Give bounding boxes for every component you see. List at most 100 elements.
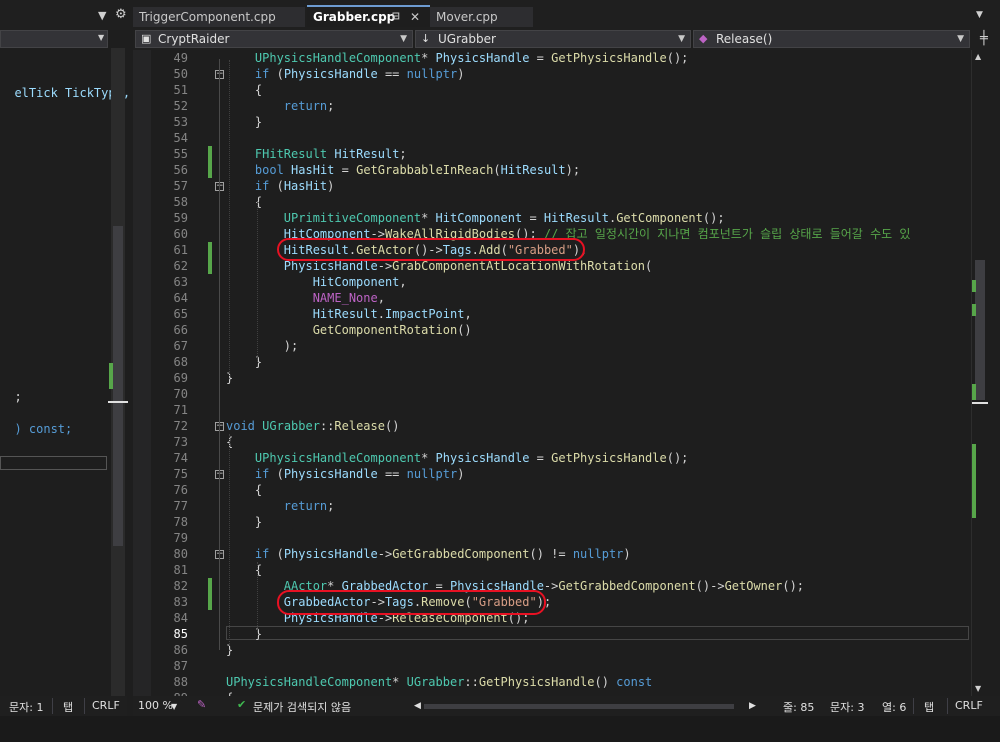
- code-token: if: [254, 467, 270, 481]
- chevron-down-icon[interactable]: ▼: [976, 10, 983, 20]
- horizontal-scroll-thumb[interactable]: [424, 704, 734, 709]
- split-icon[interactable]: ╪: [980, 31, 988, 46]
- code-token: Release: [334, 419, 385, 433]
- indent-indicator[interactable]: 탭: [924, 699, 934, 715]
- chevron-down-icon[interactable]: ▼: [98, 9, 106, 22]
- line-number: 56: [173, 163, 188, 177]
- code-line[interactable]: HitResult.ImpactPoint,: [226, 306, 472, 322]
- current-line-highlight: [226, 626, 969, 640]
- line-number: 87: [173, 659, 188, 673]
- divider: [84, 698, 85, 714]
- eol-indicator[interactable]: CRLF: [955, 699, 983, 712]
- class-dropdown[interactable]: ↓ UGrabber ▼: [415, 30, 691, 48]
- code-token: HasHit: [291, 163, 335, 177]
- project-dropdown[interactable]: ▣ CryptRaider ▼: [135, 30, 413, 48]
- scroll-left-icon[interactable]: ◀: [414, 701, 421, 711]
- code-line[interactable]: {: [226, 482, 262, 498]
- line-indicator[interactable]: 줄: 85: [783, 699, 814, 715]
- member-dropdown[interactable]: ◆ Release() ▼: [693, 30, 970, 48]
- close-icon[interactable]: ✕: [410, 7, 420, 27]
- left-nav-dropdown[interactable]: ▼: [0, 30, 108, 48]
- code-line[interactable]: void UGrabber::Release(): [226, 418, 399, 434]
- indent-indicator[interactable]: 탭: [63, 699, 73, 715]
- navigation-bar: ▣ CryptRaider ▼ ↓ UGrabber ▼ ◆ Release()…: [133, 28, 1000, 50]
- code-line[interactable]: FHitResult HitResult;: [226, 146, 407, 162]
- zoom-level[interactable]: 100 %: [138, 699, 173, 712]
- code-token: FHitResult: [254, 147, 328, 161]
- code-line[interactable]: UPhysicsHandleComponent* PhysicsHandle =…: [226, 450, 689, 466]
- code-token: GetPhysicsHandle: [551, 51, 667, 65]
- class-icon: ↓: [421, 32, 431, 45]
- pin-icon[interactable]: ⊟: [392, 7, 400, 27]
- eol-indicator[interactable]: CRLF: [92, 699, 120, 712]
- scroll-thumb[interactable]: [113, 226, 123, 546]
- code-token: if: [254, 547, 270, 561]
- tab-trigger-component[interactable]: TriggerComponent.cpp: [133, 7, 305, 27]
- code-line[interactable]: UPhysicsHandleComponent* UGrabber::GetPh…: [226, 674, 652, 690]
- member-label: Release(): [716, 32, 773, 46]
- caret-marker: [108, 401, 128, 403]
- char-indicator[interactable]: 문자: 3: [830, 699, 864, 715]
- line-number: 75: [173, 467, 188, 481]
- code-token: GetComponentRotation: [312, 323, 458, 337]
- code-line[interactable]: if (PhysicsHandle->GetGrabbedComponent()…: [226, 546, 631, 562]
- code-token: HitComponent: [312, 275, 400, 289]
- editor-vertical-scrollbar[interactable]: ▲ ▼: [971, 50, 988, 696]
- code-line[interactable]: UPrimitiveComponent* HitComponent = HitR…: [226, 210, 725, 226]
- tab-grabber[interactable]: Grabber.cpp ⊟ ✕: [307, 5, 430, 27]
- code-line[interactable]: {: [226, 82, 262, 98]
- column-indicator[interactable]: 열: 6: [882, 699, 906, 715]
- left-vertical-scrollbar[interactable]: [108, 48, 128, 696]
- code-token: PhysicsHandle: [283, 547, 378, 561]
- scroll-right-icon[interactable]: ▶: [749, 701, 756, 711]
- code-line[interactable]: NAME_None,: [226, 290, 385, 306]
- code-token: PhysicsHandle: [435, 451, 530, 465]
- code-token: NAME_None: [312, 291, 378, 305]
- line-number: 79: [173, 531, 188, 545]
- scroll-up-icon[interactable]: ▲: [975, 52, 981, 61]
- code-token: return: [283, 99, 328, 113]
- code-line[interactable]: bool HasHit = GetGrabbableInReach(HitRes…: [226, 162, 580, 178]
- change-bar: [208, 242, 212, 258]
- code-line[interactable]: return;: [226, 498, 335, 514]
- code-token: void: [226, 419, 255, 433]
- code-line[interactable]: if (HasHit): [226, 178, 335, 194]
- issues-status[interactable]: 문제가 검색되지 않음: [253, 699, 351, 715]
- left-code-text: ;: [14, 390, 22, 404]
- code-token: UPhysicsHandleComponent: [254, 451, 422, 465]
- dropdown-arrow-icon: ▼: [957, 34, 964, 44]
- code-line[interactable]: HitComponent,: [226, 274, 407, 290]
- brush-icon[interactable]: ✎: [197, 698, 206, 711]
- line-number: 49: [173, 51, 188, 65]
- code-line[interactable]: GetComponentRotation(): [226, 322, 472, 338]
- code-line[interactable]: }: [226, 514, 262, 530]
- code-token: HitResult: [312, 307, 378, 321]
- code-token: PhysicsHandle: [283, 467, 378, 481]
- annotation-ellipse: [277, 238, 585, 261]
- scroll-down-icon[interactable]: ▼: [975, 684, 981, 693]
- line-number: 74: [173, 451, 188, 465]
- code-line[interactable]: return;: [226, 98, 335, 114]
- line-number: 52: [173, 99, 188, 113]
- code-token: PhysicsHandle: [283, 67, 378, 81]
- line-number: 65: [173, 307, 188, 321]
- char-indicator[interactable]: 문자: 1: [9, 699, 43, 715]
- code-line[interactable]: if (PhysicsHandle == nullptr): [226, 466, 465, 482]
- dropdown-arrow-icon: ▼: [678, 34, 685, 44]
- left-panel-toolbar: ▼ ⚙: [0, 0, 133, 30]
- editor-status-bar: 100 % ▼ ✎ ✔ 문제가 검색되지 않음 ◀ ▶ 줄: 85 문자: 3 …: [133, 696, 1000, 716]
- zoom-dropdown-icon[interactable]: ▼: [171, 702, 177, 711]
- code-line[interactable]: }: [226, 114, 262, 130]
- code-line[interactable]: UPhysicsHandleComponent* PhysicsHandle =…: [226, 50, 689, 66]
- line-number: 83: [173, 595, 188, 609]
- line-number: 60: [173, 227, 188, 241]
- scroll-thumb[interactable]: [975, 260, 985, 400]
- gear-icon[interactable]: ⚙: [115, 7, 127, 22]
- code-line[interactable]: );: [226, 338, 298, 354]
- code-line[interactable]: if (PhysicsHandle == nullptr): [226, 66, 465, 82]
- line-number: 59: [173, 211, 188, 225]
- project-icon: ▣: [141, 32, 152, 45]
- line-number: 58: [173, 195, 188, 209]
- tab-mover[interactable]: Mover.cpp: [430, 7, 533, 27]
- code-token: GrabComponentAtLocationWithRotation: [392, 259, 646, 273]
